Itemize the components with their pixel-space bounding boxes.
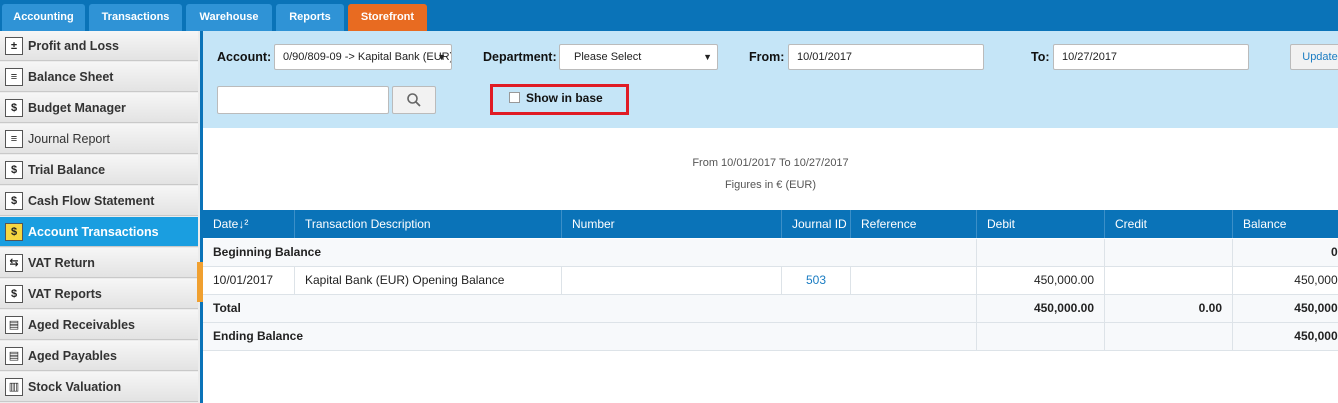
sort-icon: ↓² bbox=[238, 217, 249, 231]
sidebar-item-label: Trial Balance bbox=[28, 163, 106, 177]
account-icon: $ bbox=[5, 223, 23, 241]
cash-icon: ▤ bbox=[5, 316, 23, 334]
ending-debit bbox=[977, 323, 1105, 350]
total-label: Total bbox=[203, 295, 977, 322]
column-balance[interactable]: Balance bbox=[1233, 210, 1338, 238]
money-icon: $ bbox=[5, 285, 23, 303]
column-debit[interactable]: Debit bbox=[977, 210, 1105, 238]
search-icon bbox=[407, 93, 421, 107]
money-icon: $ bbox=[5, 99, 23, 117]
sidebar-item-label: Profit and Loss bbox=[28, 39, 119, 53]
sidebar-item-cash-flow-statement[interactable]: $ Cash Flow Statement bbox=[0, 186, 198, 216]
sidebar-item-label: Stock Valuation bbox=[28, 380, 122, 394]
column-description[interactable]: Transaction Description bbox=[295, 210, 562, 238]
sidebar-item-account-transactions[interactable]: $ Account Transactions bbox=[0, 217, 198, 247]
column-date[interactable]: Date↓² bbox=[203, 210, 295, 238]
search-input[interactable] bbox=[217, 86, 389, 114]
total-balance: 450,000. bbox=[1294, 301, 1338, 315]
department-select-value: Please Select bbox=[574, 51, 642, 63]
tab-transactions[interactable]: Transactions bbox=[89, 4, 182, 31]
sidebar-item-profit-and-loss[interactable]: ± Profit and Loss bbox=[0, 31, 198, 61]
tab-warehouse[interactable]: Warehouse bbox=[186, 4, 272, 31]
tab-storefront[interactable]: Storefront bbox=[348, 4, 427, 31]
column-label: Date bbox=[213, 217, 239, 231]
report-currency: Figures in € (EUR) bbox=[724, 179, 817, 191]
to-label: To: bbox=[1031, 50, 1050, 64]
account-label: Account: bbox=[217, 50, 272, 64]
search-button[interactable] bbox=[392, 86, 436, 114]
sidebar-item-trial-balance[interactable]: $ Trial Balance bbox=[0, 155, 198, 185]
total-debit: 450,000.00 bbox=[977, 295, 1105, 322]
sidebar-item-label: Aged Payables bbox=[28, 349, 117, 363]
update-button[interactable]: Update bbox=[1290, 44, 1338, 70]
to-date-input[interactable]: 10/27/2017 bbox=[1053, 44, 1249, 70]
row-date: 10/01/2017 bbox=[203, 267, 295, 294]
total-credit: 0.00 bbox=[1105, 295, 1233, 322]
from-label: From: bbox=[749, 50, 785, 64]
journal-icon: ≡ bbox=[5, 130, 23, 148]
row-credit bbox=[1105, 267, 1233, 294]
sidebar-item-label: VAT Return bbox=[28, 256, 95, 270]
sidebar-item-aged-receivables[interactable]: ▤ Aged Receivables bbox=[0, 310, 198, 340]
from-date-input[interactable]: 10/01/2017 bbox=[788, 44, 984, 70]
sheet-icon: ≡ bbox=[5, 68, 23, 86]
sidebar-item-label: Journal Report bbox=[28, 132, 110, 146]
column-reference[interactable]: Reference bbox=[851, 210, 977, 238]
sidebar-item-aged-payables[interactable]: ▤ Aged Payables bbox=[0, 341, 198, 371]
chevron-down-icon: ▼ bbox=[437, 52, 446, 62]
department-label: Department: bbox=[483, 50, 557, 64]
beginning-credit bbox=[1105, 239, 1233, 266]
report-period: From 10/01/2017 To 10/27/2017 bbox=[692, 157, 849, 169]
row-description: Kapital Bank (EUR) Opening Balance bbox=[295, 267, 562, 294]
tab-reports[interactable]: Reports bbox=[276, 4, 344, 31]
sidebar-item-journal-report[interactable]: ≡ Journal Report bbox=[0, 124, 198, 154]
table-row-total: Total 450,000.00 0.00 450,000. bbox=[203, 295, 1338, 323]
sidebar: ± Profit and Loss ≡ Balance Sheet $ Budget … bbox=[0, 31, 200, 403]
account-select[interactable]: 0/90/809-09 -> Kapital Bank (EUR) ▼ bbox=[274, 44, 452, 70]
sidebar-item-label: Balance Sheet bbox=[28, 70, 114, 84]
tab-accounting[interactable]: Accounting bbox=[2, 4, 85, 31]
beginning-debit bbox=[977, 239, 1105, 266]
ledger-icon: ± bbox=[5, 37, 23, 55]
column-credit[interactable]: Credit bbox=[1105, 210, 1233, 238]
show-in-base-label: Show in base bbox=[526, 91, 603, 105]
beginning-label: Beginning Balance bbox=[203, 239, 977, 266]
sidebar-item-budget-manager[interactable]: $ Budget Manager bbox=[0, 93, 198, 123]
sidebar-item-label: Budget Manager bbox=[28, 101, 126, 115]
table-row-beginning: Beginning Balance 0. bbox=[203, 239, 1338, 267]
ending-credit bbox=[1105, 323, 1233, 350]
sidebar-item-vat-reports[interactable]: $ VAT Reports bbox=[0, 279, 198, 309]
top-tab-bar: Accounting Transactions Warehouse Report… bbox=[0, 0, 1338, 31]
beginning-balance: 0. bbox=[1330, 245, 1338, 259]
account-select-value: 0/90/809-09 -> Kapital Bank (EUR) bbox=[283, 51, 452, 63]
row-number bbox=[562, 267, 782, 294]
ending-label: Ending Balance bbox=[203, 323, 977, 350]
table-header: Date↓² Transaction Description Number Jo… bbox=[203, 210, 1338, 238]
sidebar-item-vat-return[interactable]: ⇆ VAT Return bbox=[0, 248, 198, 278]
row-reference bbox=[851, 267, 977, 294]
row-journal-id-link[interactable]: 503 bbox=[782, 267, 851, 294]
sidebar-item-label: Aged Receivables bbox=[28, 318, 135, 332]
sidebar-item-stock-valuation[interactable]: ▥ Stock Valuation bbox=[0, 372, 198, 402]
table-row: 10/01/2017 Kapital Bank (EUR) Opening Ba… bbox=[203, 267, 1338, 295]
row-balance: 450,000. bbox=[1294, 273, 1338, 287]
cash-icon: ▤ bbox=[5, 347, 23, 365]
dollar-icon: $ bbox=[5, 192, 23, 210]
department-select[interactable]: Please Select ▼ bbox=[559, 44, 718, 70]
return-icon: ⇆ bbox=[5, 254, 23, 272]
show-in-base-checkbox[interactable] bbox=[509, 92, 520, 103]
sidebar-item-label: Cash Flow Statement bbox=[28, 194, 155, 208]
column-journal-id[interactable]: Journal ID bbox=[782, 210, 851, 238]
sidebar-item-label: VAT Reports bbox=[28, 287, 102, 301]
table-row-ending: Ending Balance 450,000. bbox=[203, 323, 1338, 351]
stock-icon: ▥ bbox=[5, 378, 23, 396]
column-number[interactable]: Number bbox=[562, 210, 782, 238]
row-debit: 450,000.00 bbox=[977, 267, 1105, 294]
dollar-icon: $ bbox=[5, 161, 23, 179]
sidebar-item-balance-sheet[interactable]: ≡ Balance Sheet bbox=[0, 62, 198, 92]
ending-balance: 450,000. bbox=[1294, 329, 1338, 343]
sidebar-item-label: Account Transactions bbox=[28, 225, 159, 239]
chevron-down-icon: ▼ bbox=[703, 52, 712, 62]
